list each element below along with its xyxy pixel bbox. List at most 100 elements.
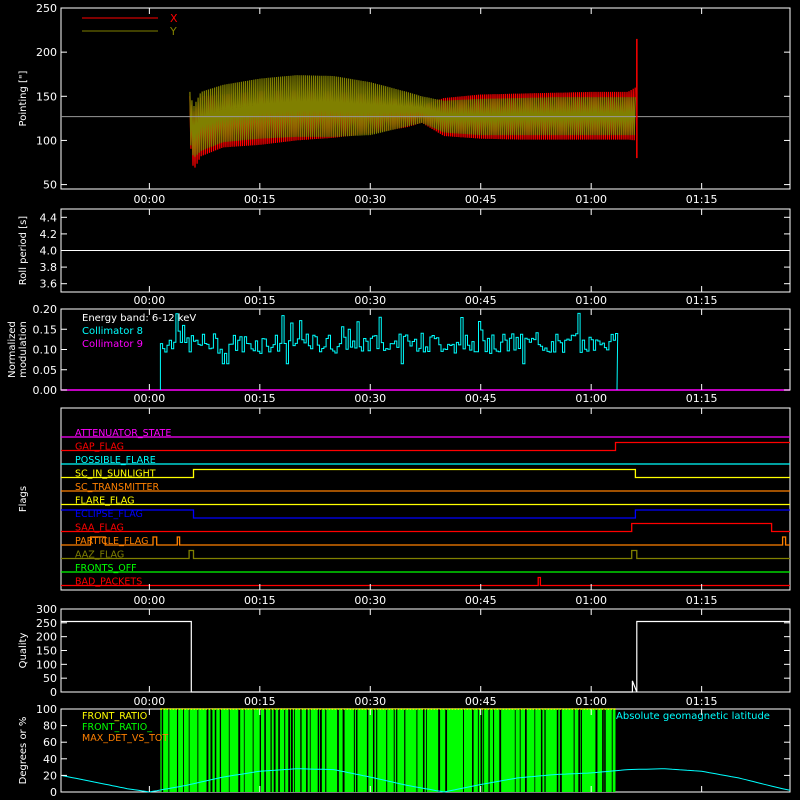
roll-ytick-label: 4.2 [40,228,58,241]
flags-xtick-label: 00:30 [354,594,386,607]
flag-label: BAD_PACKETS [75,577,142,588]
flag-label: FLARE_FLAG [75,496,135,507]
flag-label: SC_TRANSMITTER [75,482,160,493]
quality-ytick-label: 150 [36,645,57,658]
modulation-xtick-label: 00:15 [244,392,276,405]
modulation-xtick-label: 00:00 [134,392,166,405]
pointing-panel: XY 50 100 150 200 250 Pointing ["] 00:00 00:15 00… [18,2,791,206]
modulation-ytick-label: 0.10 [33,344,58,357]
quality-ytick-label: 300 [36,603,57,616]
pointing-xtick-label: 00:30 [354,193,386,206]
latitude-ylabel: Degrees or % [18,717,29,785]
latitude-panel: FRONT_RATIOFRONT_RATIO_MAX_DET_VS_TOT Abs… [18,703,791,799]
flags-xtick-label: 00:00 [134,594,166,607]
flag-line-bad-packets [61,576,790,587]
pointing-ytick-label: 150 [36,90,57,103]
latitude-ytick-label: 0 [50,786,57,799]
quality-ytick-label: 200 [36,631,57,644]
quality-ytick-label: 250 [36,617,57,630]
quality-xtick-label: 01:00 [575,695,607,708]
pointing-legend-label: X [170,12,178,25]
modulation-collimator-8-line [159,312,619,391]
modulation-ytick-label: 0.00 [33,384,58,397]
roll-xtick-label: 00:00 [134,294,166,307]
flags-xtick-label: 01:15 [686,594,718,607]
roll-ylabel: Roll period [s] [18,216,29,285]
pointing-ytick-label: 100 [36,134,57,147]
latitude-ytick-label: 20 [43,769,57,782]
latitude-legend-label: MAX_DET_VS_TOT [82,733,168,744]
roll-panel: 3.6 3.8 4.0 4.2 4.4 Roll period [s] 00:00 00:15… [18,208,791,307]
modulation-ytick-label: 0.05 [33,364,58,377]
modulation-xtick-label: 01:15 [686,392,718,405]
modulation-ylabel: modulation [18,321,29,378]
latitude-ytick-label: 80 [43,720,57,733]
flag-line-gap-flag [61,441,790,452]
flag-label: ATTENUATOR_STATE [75,428,171,439]
quality-ytick-label: 50 [43,672,57,685]
flags-xtick-label: 00:45 [465,594,497,607]
quality-xtick-label: 00:00 [134,695,166,708]
roll-xtick-label: 00:30 [354,294,386,307]
quality-line [61,620,790,693]
flags-xtick-label: 00:15 [244,594,276,607]
roll-xtick-label: 00:15 [244,294,276,307]
modulation-annotation: Energy band: 6-12 keV [82,313,196,324]
roll-ytick-label: 3.6 [40,278,58,291]
latitude-right-label: Absolute geomagnetic latitude [616,711,770,722]
modulation-legend-label: Collimator 9 [82,339,143,350]
quality-xtick-label: 00:15 [244,695,276,708]
quality-ytick-label: 0 [50,686,57,699]
flag-label: AAZ_FLAG [75,550,124,561]
flag-label: PARTICLE_FLAG [75,536,148,547]
modulation-ytick-label: 0.20 [33,303,58,316]
modulation-xtick-label: 00:45 [465,392,497,405]
flags-ylabel: Flags [18,486,29,512]
quality-xtick-label: 01:15 [686,695,718,708]
pointing-xtick-label: 01:00 [575,193,607,206]
flag-label: SC_IN_SUNLIGHT [75,469,156,480]
pointing-ylabel: Pointing ["] [18,70,29,126]
flag-line-particle-flag [61,536,790,546]
roll-ytick-label: 4.4 [40,211,58,224]
roll-xtick-label: 00:45 [465,294,497,307]
quality-xtick-label: 00:45 [465,695,497,708]
modulation-xtick-label: 00:30 [354,392,386,405]
roll-xtick-label: 01:00 [575,294,607,307]
flag-line-eclipse-flag [61,509,790,519]
latitude-legend-label: FRONT_RATIO_ [82,722,152,733]
latitude-ytick-label: 60 [43,736,57,749]
latitude-ratio-fill [160,709,616,792]
roll-ytick-label: 4.0 [40,245,58,258]
pointing-ytick-label: 50 [43,179,57,192]
latitude-ratio-bars [160,708,616,792]
pointing-legend-label: Y [169,25,177,38]
flag-label: POSSIBLE_FLARE [75,455,156,466]
latitude-ytick-label: 40 [43,753,57,766]
flag-line-saa-flag [61,522,790,533]
observation-summary-figure: XY50100150200250Pointing ["]00:00 00:15 00… [7,2,791,799]
latitude-legend-label: FRONT_RATIO [82,711,147,722]
flag-label: GAP_FLAG [75,442,124,453]
flag-line-aaz-flag [61,549,790,560]
roll-xtick-label: 01:15 [686,294,718,307]
pointing-ytick-label: 200 [36,46,57,59]
quality-panel: 050100150200250300 Quality 00:00 00:15 00:30… [18,603,791,708]
pointing-xtick-label: 00:15 [244,193,276,206]
quality-ytick-label: 100 [36,658,57,671]
modulation-ylabel: Normalized [7,321,18,378]
modulation-panel: Energy band: 6-12 keV Collimator 8 Collima… [7,303,791,405]
quality-ylabel: Quality [18,633,29,669]
flag-label: ECLIPSE_FLAG [75,509,143,520]
modulation-xtick-label: 01:00 [575,392,607,405]
flag-label: SAA_FLAG [75,523,124,534]
quality-xtick-label: 00:30 [354,695,386,708]
flags-xtick-label: 01:00 [575,594,607,607]
pointing-xtick-label: 01:15 [686,193,718,206]
modulation-legend-label: Collimator 8 [82,326,143,337]
latitude-ytick-label: 100 [36,703,57,716]
flag-line-sc-in-sunlight [61,468,790,479]
roll-ytick-label: 3.8 [40,261,58,274]
flag-label: FRONTS_OFF [75,563,137,574]
pointing-xtick-label: 00:45 [465,193,497,206]
